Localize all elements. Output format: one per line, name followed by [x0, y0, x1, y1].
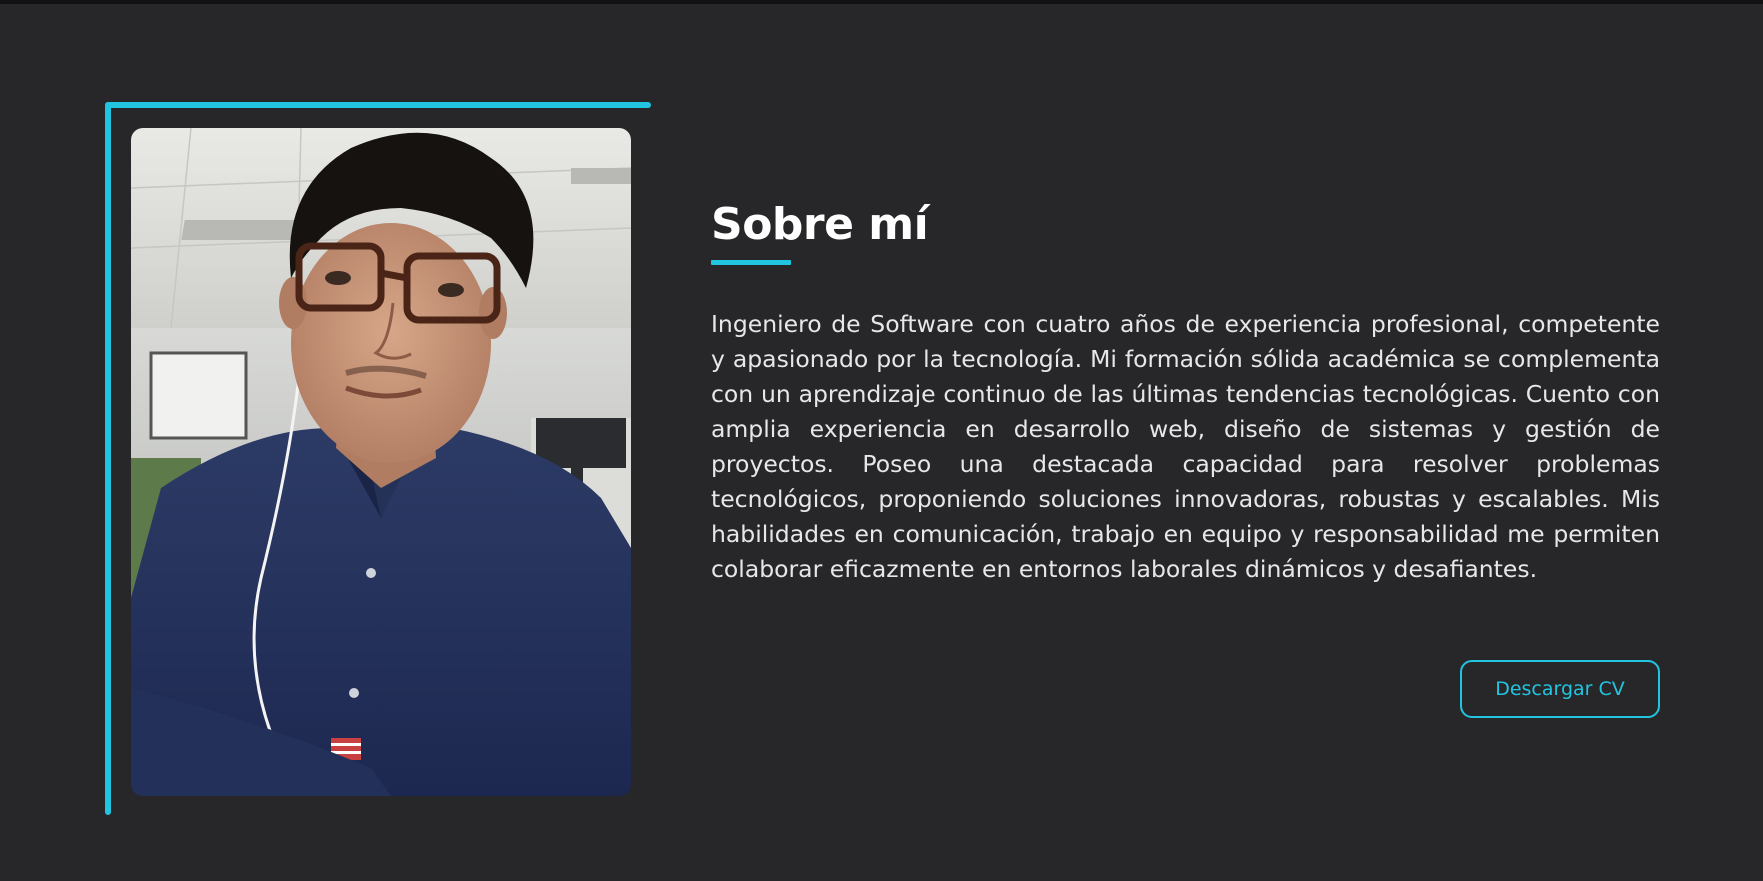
section-title: Sobre mí: [711, 199, 929, 250]
profile-photo: [131, 128, 631, 796]
about-section: Sobre mí Ingeniero de Software con cuatr…: [0, 0, 1763, 881]
title-underline: [711, 260, 791, 265]
download-cv-button[interactable]: Descargar CV: [1460, 660, 1660, 718]
about-text-column: Sobre mí Ingeniero de Software con cuatr…: [711, 195, 1660, 587]
photo-frame-accent-left: [105, 102, 111, 815]
bio-paragraph: Ingeniero de Software con cuatro años de…: [711, 310, 1660, 583]
photo-frame-accent-top: [105, 102, 651, 108]
